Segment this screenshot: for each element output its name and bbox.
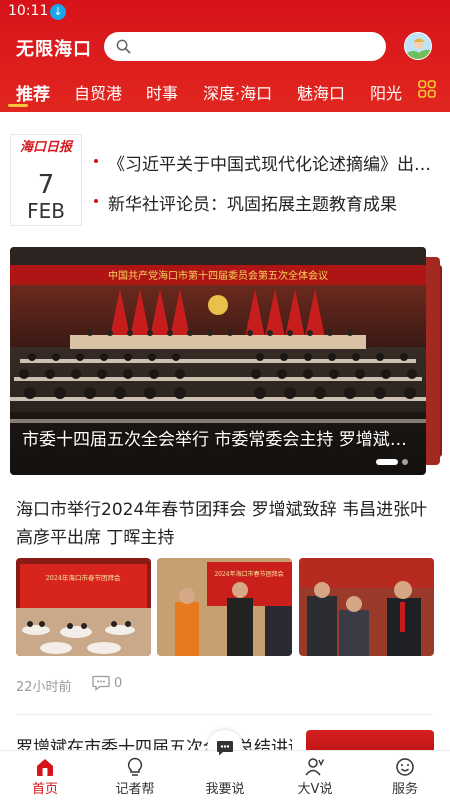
download-icon: ↓ [50,4,66,20]
carousel-next-card [426,257,440,465]
paper-headline[interactable]: 《习近平关于中国式现代化论述摘编》出版发行 [94,150,440,175]
nav-label: 记者帮 [115,782,155,797]
channel-tabs: 推荐 自贸港 时事 深度·海口 魅海口 阳光 [0,76,450,108]
nav-speak[interactable]: 我要说 [180,741,270,800]
search-icon [116,39,131,54]
comment-count: 0 [114,676,123,691]
daily-paper-cover[interactable]: 海口日报 7 FEB [10,134,82,226]
microphone-chat-icon [217,741,233,756]
list-divider [16,714,434,715]
article-title[interactable]: 海口市举行2024年春节团拜会 罗增斌致辞 韦昌进张叶高彦平出席 丁晖主持 [16,496,436,552]
channel-grid-icon[interactable] [418,80,436,98]
app-root: 10:11 ↓ 无限海口 推荐 自贸港 时事 深度·海口 魅海口 阳光 海口日报… [0,0,450,800]
paper-date-month: FEB [27,199,65,223]
tab-recommend[interactable]: 推荐 [16,80,50,105]
active-tab-indicator [8,104,28,107]
thumbnail-sign: 2024年海口市春节团拜会 [214,570,283,578]
nav-service[interactable]: 服务 [360,751,450,800]
paper-headline[interactable]: 新华社评论员：巩固拓展主题教育成果 [94,190,440,215]
header: 10:11 ↓ 无限海口 推荐 自贸港 时事 深度·海口 魅海口 阳光 [0,0,450,112]
search-input[interactable] [104,32,386,61]
article-thumbnail [299,558,434,656]
tab-current-affairs[interactable]: 时事 [146,80,178,104]
paper-date-day: 7 [37,170,55,200]
article-thumbnail: 2024年海口市春节团拜会 [16,558,151,656]
carousel-dot-active [376,459,398,465]
nav-home[interactable]: 首页 [0,751,90,800]
nav-label: 我要说 [205,782,245,797]
banner-slogan: 中国共产党海口市第十四届委员会第五次全体会议 [108,269,328,282]
user-v-icon [305,758,325,776]
article-thumbnail: 2024年海口市春节团拜会 [157,558,292,656]
status-bar: 10:11 ↓ [0,0,450,24]
tab-depth-haikou[interactable]: 深度·海口 [203,80,272,104]
article-thumbnails[interactable]: 2024年海口市春节团拜会 2024年海口市春节团拜会 [16,558,434,656]
avatar-icon[interactable] [404,32,432,60]
article-time: 22小时前 [16,680,72,695]
nav-label: 首页 [31,782,58,797]
home-icon [37,759,53,776]
carousel-dot [402,459,408,465]
avatar-illustration [405,33,431,59]
lightbulb-icon [127,757,143,776]
tab-charm-haikou[interactable]: 魅海口 [297,80,345,104]
carousel-dots [372,459,408,465]
nav-big-v[interactable]: 大V说 [270,751,360,800]
tab-sunshine[interactable]: 阳光 [370,80,402,104]
status-time: 10:11 [8,3,49,19]
carousel-banner[interactable]: 中国共产党海口市第十四届委员会第五次全体会议 市委十四届五次全会举行 市委常委会… [10,247,426,475]
daily-paper-section: 海口日报 7 FEB 《习近平关于中国式现代化论述摘编》出版发行 新华社评论员：… [0,130,450,230]
nav-label: 服务 [391,782,418,797]
paper-logo: 海口日报 [19,140,72,155]
nav-reporter-help[interactable]: 记者帮 [90,751,180,800]
tab-free-trade-port[interactable]: 自贸港 [74,80,122,104]
smile-service-icon [396,758,414,776]
comment-icon[interactable] [92,675,110,691]
nav-label: 大V说 [297,782,333,797]
app-title: 无限海口 [16,39,92,60]
banner-caption: 市委十四届五次全会举行 市委常委会主持 罗增斌讲话 [22,430,414,450]
bottom-nav: 首页 记者帮 我要说 大V说 服务 [0,741,450,800]
thumbnail-sign: 2024年海口市春节团拜会 [45,573,121,582]
